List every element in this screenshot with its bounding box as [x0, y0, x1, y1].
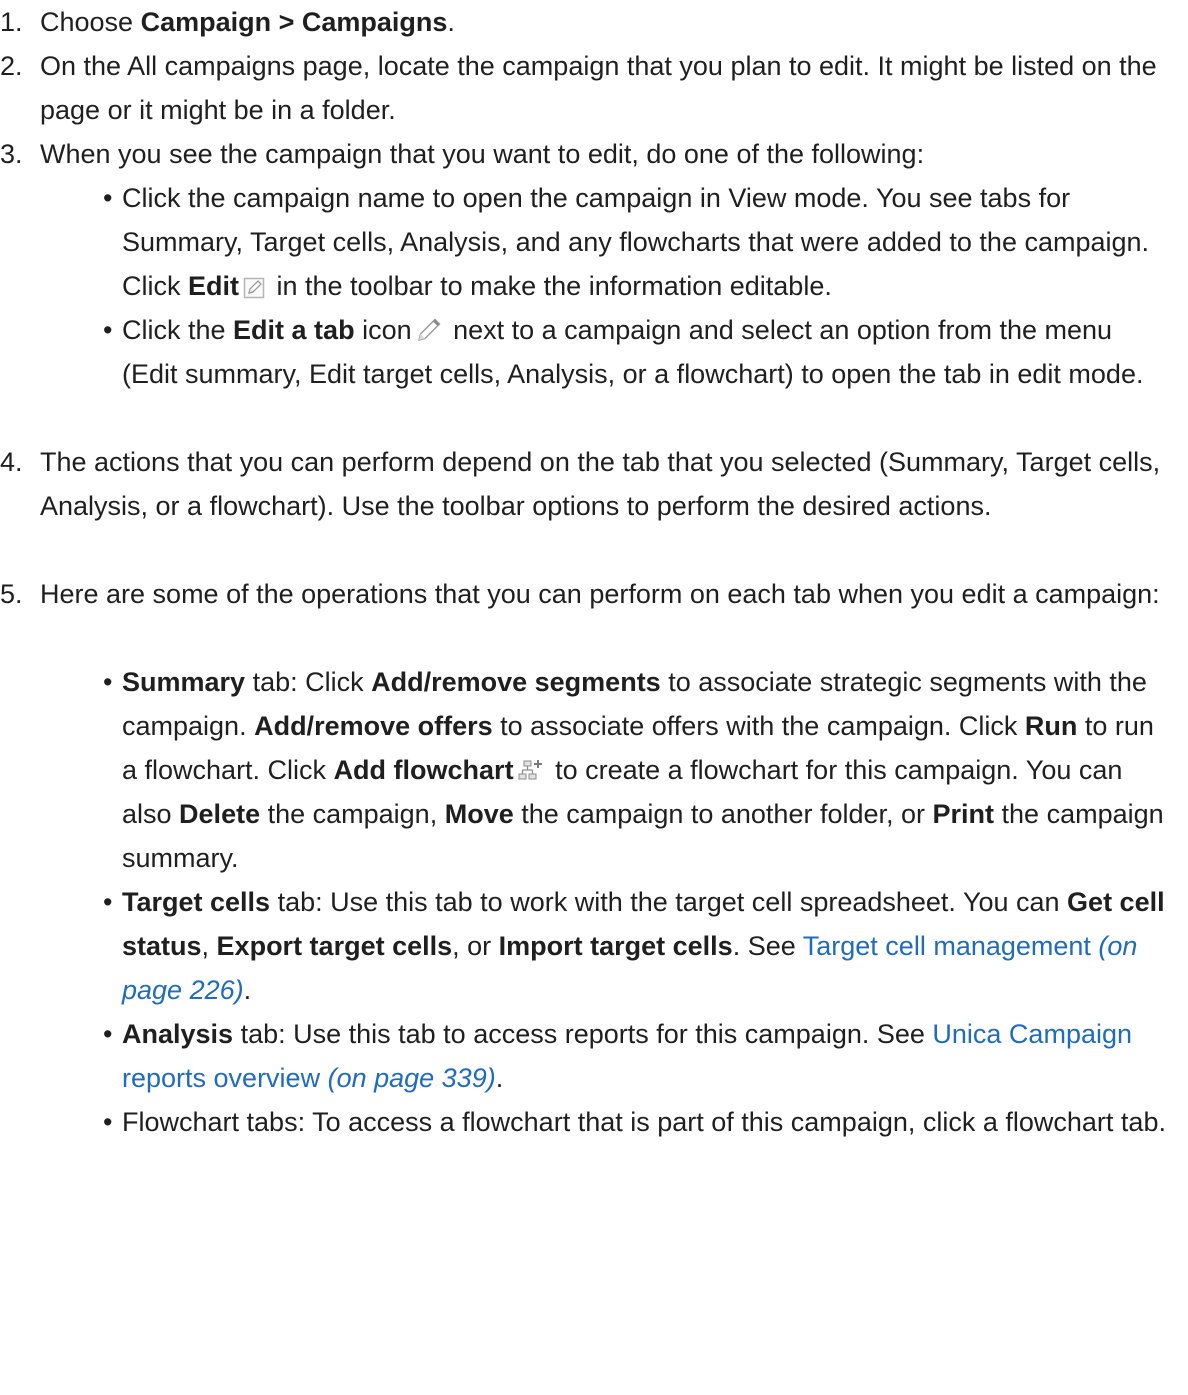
import-target-cells-label: Import target cells: [498, 931, 733, 961]
step-3-bullet-2: • Click the Edit a tab icon next to a ca…: [103, 308, 1168, 396]
bullet: •: [103, 183, 113, 213]
text: .: [243, 975, 252, 1005]
delete-label: Delete: [179, 799, 261, 829]
step-text-end: .: [447, 7, 455, 37]
pencil-icon: [417, 318, 441, 341]
text: . See: [732, 931, 803, 961]
print-label: Print: [932, 799, 995, 829]
add-flowchart-label: Add flowchart: [333, 755, 514, 785]
target-cell-management-link[interactable]: Target cell management: [803, 931, 1091, 961]
step-number: 5.: [0, 579, 23, 609]
step-number: 4.: [0, 447, 23, 477]
add-remove-segments-label: Add/remove segments: [371, 667, 661, 697]
page-reference[interactable]: (on page 339): [320, 1063, 496, 1093]
menu-path: Campaign > Campaigns: [140, 7, 448, 37]
text: the campaign to another folder, or: [513, 799, 933, 829]
run-label: Run: [1024, 711, 1078, 741]
step-text: On the All campaigns page, locate the ca…: [40, 51, 1157, 125]
step-text: When you see the campaign that you want …: [40, 139, 925, 169]
bullet-text-end: in the toolbar to make the information e…: [269, 271, 832, 301]
step-text: The actions that you can perform depend …: [40, 447, 1161, 521]
text: tab: Click: [245, 667, 372, 697]
bullet: •: [103, 1107, 113, 1137]
move-label: Move: [444, 799, 514, 829]
analysis-label: Analysis: [122, 1019, 234, 1049]
export-target-cells-label: Export target cells: [216, 931, 453, 961]
bullet: •: [103, 887, 113, 917]
procedure-page: 1. Choose Campaign > Campaigns. 2. On th…: [0, 0, 1188, 1395]
step-text: Choose: [40, 7, 141, 37]
bullet-text: Click the: [122, 315, 234, 345]
bullet: •: [103, 667, 113, 697]
summary-label: Summary: [122, 667, 246, 697]
step-number: 3.: [0, 139, 23, 169]
bullet: •: [103, 315, 113, 345]
text: the campaign,: [260, 799, 445, 829]
target-cells-tab-bullet: • Target cells tab: Use this tab to work…: [103, 880, 1168, 1012]
add-remove-offers-label: Add/remove offers: [254, 711, 493, 741]
step-1: 1. Choose Campaign > Campaigns.: [0, 0, 1168, 44]
step-4: 4. The actions that you can perform depe…: [0, 440, 1168, 528]
text: ,: [201, 931, 217, 961]
text: .: [495, 1063, 504, 1093]
edit-label: Edit: [188, 271, 239, 301]
add-flowchart-icon: [518, 760, 542, 780]
analysis-tab-bullet: • Analysis tab: Use this tab to access r…: [103, 1012, 1168, 1100]
step-3: 3. When you see the campaign that you wa…: [0, 132, 1168, 176]
summary-tab-bullet: • Summary tab: Click Add/remove segments…: [103, 660, 1168, 880]
step-text: Here are some of the operations that you…: [40, 579, 1160, 609]
target-cells-label: Target cells: [122, 887, 271, 917]
edit-pencil-box-icon: [243, 277, 265, 299]
text: tab: Use this tab to work with the targe…: [270, 887, 1068, 917]
step-3-bullet-1: • Click the campaign name to open the ca…: [103, 176, 1168, 308]
step-number: 2.: [0, 51, 23, 81]
step-2: 2. On the All campaigns page, locate the…: [0, 44, 1168, 132]
bullet-text: Flowchart tabs: To access a flowchart th…: [122, 1107, 1166, 1137]
text: to associate offers with the campaign. C…: [492, 711, 1025, 741]
bullet: •: [103, 1019, 113, 1049]
step-5: 5. Here are some of the operations that …: [0, 572, 1168, 616]
edit-a-tab-label: Edit a tab: [233, 315, 355, 345]
text: , or: [452, 931, 499, 961]
bullet-text-mid: icon: [354, 315, 412, 345]
text: tab: Use this tab to access reports for …: [233, 1019, 933, 1049]
flowchart-tabs-bullet: • Flowchart tabs: To access a flowchart …: [103, 1100, 1168, 1144]
step-number: 1.: [0, 7, 23, 37]
